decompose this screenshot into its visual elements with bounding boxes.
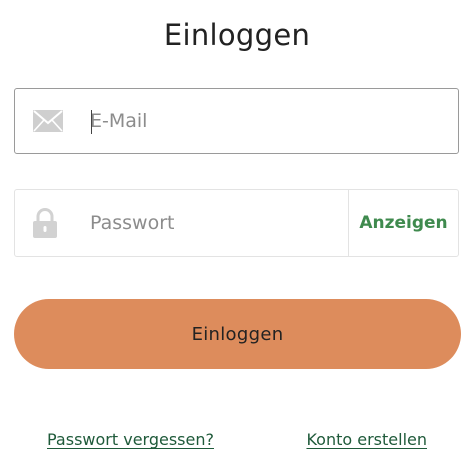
create-account-link[interactable]: Konto erstellen [306,430,427,449]
lock-icon [33,208,57,238]
envelope-icon [33,110,63,132]
page-title: Einloggen [163,18,311,52]
password-field[interactable]: Anzeigen [14,189,459,257]
login-button[interactable]: Einloggen [14,299,461,369]
email-input[interactable] [90,89,440,153]
forgot-password-link[interactable]: Passwort vergessen? [47,430,214,449]
email-field[interactable] [14,88,459,154]
text-caret [91,110,92,134]
password-input[interactable] [90,190,345,256]
show-password-button[interactable]: Anzeigen [348,190,458,256]
